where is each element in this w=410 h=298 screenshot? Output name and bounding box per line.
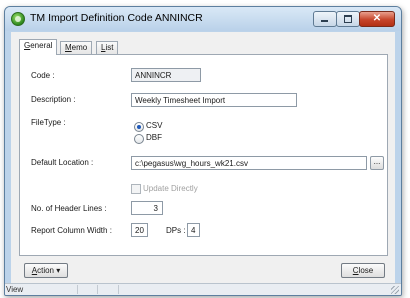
close-button[interactable]: Close xyxy=(341,263,385,278)
action-label: ction xyxy=(37,266,54,275)
code-label: Code : xyxy=(31,71,55,80)
tab-general[interactable]: General xyxy=(19,39,58,55)
description-field[interactable]: Weekly Timesheet Import xyxy=(131,93,297,107)
description-label: Description : xyxy=(31,95,76,104)
dps-label: DPs : xyxy=(166,226,186,235)
close-icon: ✕ xyxy=(372,13,382,24)
dbf-label: DBF xyxy=(146,133,162,142)
tab-list[interactable]: List xyxy=(96,41,119,54)
tab-memo[interactable]: Memo xyxy=(60,41,93,54)
dialog-window: TM Import Definition Code ANNINCR ✕ Gene… xyxy=(4,6,402,296)
dialog-client-area: General Memo List Code : ANNINCR Descrip… xyxy=(11,32,395,289)
app-icon xyxy=(11,12,25,26)
header-lines-label: No. of Header Lines : xyxy=(31,204,107,213)
chevron-down-icon: ▾ xyxy=(56,266,61,275)
header-lines-field[interactable]: 3 xyxy=(131,201,163,215)
filetype-label: FileType : xyxy=(31,118,66,127)
radio-selected-dot xyxy=(137,125,141,129)
update-directly-label: Update Directly xyxy=(143,184,198,193)
title-bar[interactable]: TM Import Definition Code ANNINCR ✕ xyxy=(5,7,401,31)
status-separator xyxy=(77,285,78,294)
status-bar: View xyxy=(5,283,401,295)
close-window-button[interactable]: ✕ xyxy=(359,11,395,27)
minimize-icon xyxy=(321,20,328,22)
maximize-button[interactable] xyxy=(336,11,360,27)
tab-memo-label: emo xyxy=(71,43,88,52)
report-column-width-label: Report Column Width : xyxy=(31,226,112,235)
csv-radio[interactable] xyxy=(134,122,144,132)
general-tab-panel: Code : ANNINCR Description : Weekly Time… xyxy=(19,54,388,256)
status-text: View xyxy=(6,285,24,294)
maximize-icon xyxy=(344,15,352,23)
default-location-label: Default Location : xyxy=(31,158,94,167)
tab-list-label: ist xyxy=(105,43,114,52)
browse-button[interactable]: ... xyxy=(370,156,384,170)
dps-field[interactable]: 4 xyxy=(187,223,200,237)
update-directly-checkbox[interactable] xyxy=(131,184,141,194)
status-separator xyxy=(97,285,98,294)
window-title: TM Import Definition Code ANNINCR xyxy=(30,12,203,24)
action-menu-button[interactable]: Action ▾ xyxy=(24,263,68,278)
code-field[interactable]: ANNINCR xyxy=(131,68,201,82)
close-label: lose xyxy=(358,266,374,275)
tab-general-label: eneral xyxy=(30,41,53,50)
status-separator xyxy=(118,285,119,294)
resize-grip-icon[interactable] xyxy=(391,286,399,294)
report-column-width-field[interactable]: 20 xyxy=(131,223,148,237)
tab-memo-accel: M xyxy=(65,43,72,52)
default-location-field[interactable]: c:\pegasus\wg_hours_wk21.csv xyxy=(131,156,367,170)
csv-label: CSV xyxy=(146,121,163,130)
minimize-button[interactable] xyxy=(313,11,337,27)
dbf-radio[interactable] xyxy=(134,134,144,144)
